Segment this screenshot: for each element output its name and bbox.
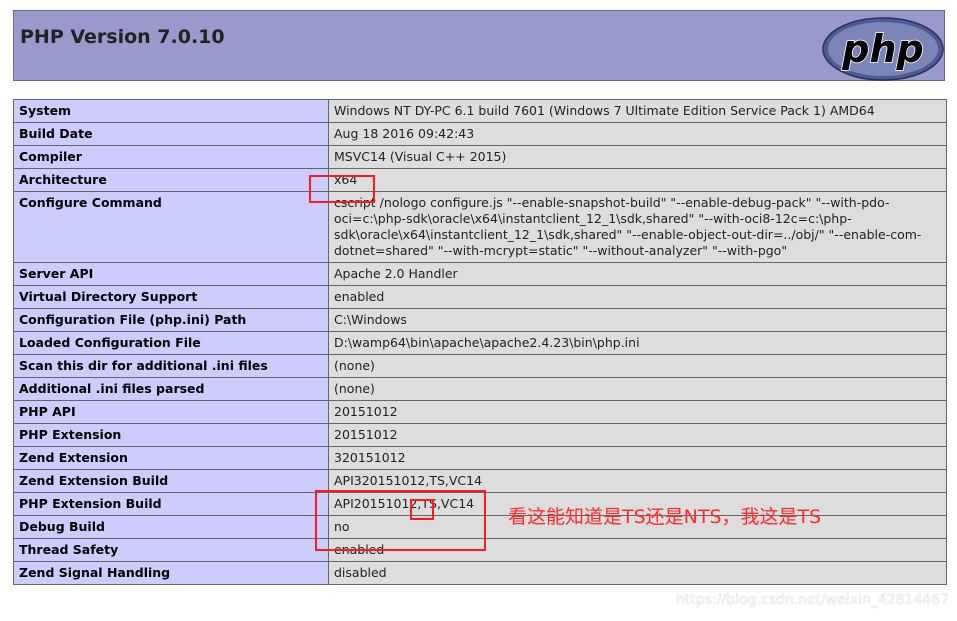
row-key-build-date: Build Date (13, 122, 329, 146)
ts-highlight-box (410, 499, 434, 520)
table-row: Zend Signal Handling disabled (13, 561, 947, 585)
table-row: Scan this dir for additional .ini files(… (13, 354, 947, 378)
table-row: PHP Extension 20151012 (13, 423, 947, 447)
table-row: System Windows NT DY-PC 6.1 build 7601 (W… (13, 99, 947, 123)
row-value-additional-ini: (none) (328, 377, 947, 401)
row-value-server-api: Apache 2.0 Handler (328, 262, 947, 286)
row-value-php-extension: 20151012 (328, 423, 947, 447)
row-value-scan-dir: (none) (328, 354, 947, 378)
row-value-compiler: MSVC14 (Visual C++ 2015) (328, 145, 947, 169)
row-value-zend-extension: 320151012 (328, 446, 947, 470)
row-key-scan-dir: Scan this dir for additional .ini files (13, 354, 329, 378)
row-key-system: System (13, 99, 329, 123)
row-value-configure-command: cscript /nologo configure.js "--enable-s… (328, 191, 947, 263)
row-key-config-file-path: Configuration File (php.ini) Path (13, 308, 329, 332)
row-key-php-extension: PHP Extension (13, 423, 329, 447)
row-key-server-api: Server API (13, 262, 329, 286)
row-value-build-date: Aug 18 2016 09:42:43 (328, 122, 947, 146)
table-row: PHP API 20151012 (13, 400, 947, 424)
page-title: PHP Version 7.0.10 (20, 26, 225, 48)
row-value-config-file-path: C:\Windows (328, 308, 947, 332)
watermark: https://blog.csdn.net/weixin_42814467 (676, 592, 950, 608)
table-row: Architecture x64 (13, 168, 947, 192)
row-key-thread-safety: Thread Safety (13, 538, 329, 562)
php-logo-text: php (841, 27, 923, 71)
row-key-loaded-config-file: Loaded Configuration File (13, 331, 329, 355)
row-key-zend-extension: Zend Extension (13, 446, 329, 470)
table-row: Build Date Aug 18 2016 09:42:43 (13, 122, 947, 146)
phpinfo-header: PHP Version 7.0.10 php (13, 10, 945, 81)
annotation-text: 看这能知道是TS还是NTS，我这是TS (508, 506, 822, 528)
row-key-php-extension-build: PHP Extension Build (13, 492, 329, 516)
row-value-loaded-config-file: D:\wamp64\bin\apache\apache2.4.23\bin\ph… (328, 331, 947, 355)
table-row: Configure Command cscript /nologo configu… (13, 191, 947, 263)
row-key-zend-extension-build: Zend Extension Build (13, 469, 329, 493)
row-value-architecture: x64 (328, 168, 947, 192)
row-value-virtual-directory-support: enabled (328, 285, 947, 309)
extension-build-highlight-box (315, 490, 486, 551)
row-key-virtual-directory-support: Virtual Directory Support (13, 285, 329, 309)
php-logo: php (822, 17, 944, 81)
row-key-zend-signal-handling: Zend Signal Handling (13, 561, 329, 585)
table-row: Additional .ini files parsed (none) (13, 377, 947, 401)
table-row: Compiler MSVC14 (Visual C++ 2015) (13, 145, 947, 169)
row-key-additional-ini: Additional .ini files parsed (13, 377, 329, 401)
table-row: Configuration File (php.ini) Path C:\Wind… (13, 308, 947, 332)
architecture-highlight-box (309, 175, 375, 203)
row-value-system: Windows NT DY-PC 6.1 build 7601 (Windows… (328, 99, 947, 123)
table-row: Virtual Directory Support enabled (13, 285, 947, 309)
row-key-architecture: Architecture (13, 168, 329, 192)
row-key-compiler: Compiler (13, 145, 329, 169)
table-row: Zend Extension 320151012 (13, 446, 947, 470)
row-value-zend-signal-handling: disabled (328, 561, 947, 585)
table-row: Loaded Configuration File D:\wamp64\bin\a… (13, 331, 947, 355)
row-key-php-api: PHP API (13, 400, 329, 424)
table-row: Server API Apache 2.0 Handler (13, 262, 947, 286)
row-value-php-api: 20151012 (328, 400, 947, 424)
row-key-configure-command: Configure Command (13, 191, 329, 263)
row-key-debug-build: Debug Build (13, 515, 329, 539)
